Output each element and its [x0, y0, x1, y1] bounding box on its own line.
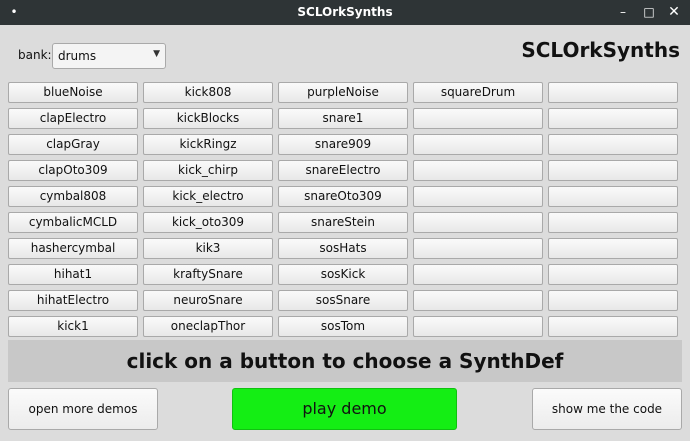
synth-button[interactable]: kick808	[143, 82, 273, 103]
synth-button[interactable]: hihatElectro	[8, 290, 138, 311]
synth-button[interactable]	[548, 238, 678, 259]
synth-button[interactable]	[548, 160, 678, 181]
synth-button[interactable]	[548, 186, 678, 207]
synth-button[interactable]: sosSnare	[278, 290, 408, 311]
synth-button[interactable]	[548, 290, 678, 311]
synth-button[interactable]: kraftySnare	[143, 264, 273, 285]
app-title: SCLOrkSynths	[521, 38, 680, 62]
maximize-icon[interactable]: □	[639, 3, 659, 22]
synth-button[interactable]	[548, 82, 678, 103]
synth-button[interactable]	[548, 264, 678, 285]
minimize-icon[interactable]: –	[613, 3, 633, 22]
synth-button[interactable]: snare1	[278, 108, 408, 129]
show-code-button[interactable]: show me the code	[532, 388, 682, 430]
window-title: SCLOrkSynths	[297, 5, 393, 19]
open-more-demos-button[interactable]: open more demos	[8, 388, 158, 430]
synth-button[interactable]: oneclapThor	[143, 316, 273, 337]
synth-button[interactable]	[548, 134, 678, 155]
synth-button[interactable]: cymbalicMCLD	[8, 212, 138, 233]
synth-button[interactable]	[413, 134, 543, 155]
synth-button[interactable]: blueNoise	[8, 82, 138, 103]
close-icon[interactable]: ✕	[664, 3, 684, 22]
synth-button[interactable]	[413, 290, 543, 311]
synth-button[interactable]: kickRingz	[143, 134, 273, 155]
synth-button[interactable]: kik3	[143, 238, 273, 259]
chevron-down-icon: ▼	[153, 49, 160, 59]
synth-button[interactable]	[548, 316, 678, 337]
info-bar: click on a button to choose a SynthDef	[8, 340, 682, 382]
window-titlebar: • SCLOrkSynths – □ ✕	[0, 0, 690, 25]
synth-button[interactable]	[413, 186, 543, 207]
synth-button[interactable]: kickBlocks	[143, 108, 273, 129]
synth-button[interactable]: kick_chirp	[143, 160, 273, 181]
synth-button[interactable]	[413, 238, 543, 259]
synth-button[interactable]: snareOto309	[278, 186, 408, 207]
synth-button[interactable]: neuroSnare	[143, 290, 273, 311]
synth-button[interactable]	[548, 212, 678, 233]
play-demo-button[interactable]: play demo	[232, 388, 457, 430]
synth-button[interactable]: sosTom	[278, 316, 408, 337]
synth-button[interactable]	[413, 316, 543, 337]
synth-button[interactable]: snareStein	[278, 212, 408, 233]
synth-button[interactable]: sosKick	[278, 264, 408, 285]
synth-button[interactable]: cymbal808	[8, 186, 138, 207]
synth-button[interactable]	[413, 212, 543, 233]
synth-button[interactable]: purpleNoise	[278, 82, 408, 103]
bank-dropdown[interactable]: drums ▼	[52, 43, 166, 69]
synth-button[interactable]: kick_electro	[143, 186, 273, 207]
synth-button[interactable]: hashercymbal	[8, 238, 138, 259]
synth-button[interactable]: sosHats	[278, 238, 408, 259]
synth-button[interactable]: clapElectro	[8, 108, 138, 129]
synth-button[interactable]: clapOto309	[8, 160, 138, 181]
synth-button[interactable]: squareDrum	[413, 82, 543, 103]
synth-button[interactable]: kick_oto309	[143, 212, 273, 233]
bank-label: bank:	[18, 48, 52, 62]
synth-button[interactable]: kick1	[8, 316, 138, 337]
synth-button[interactable]	[548, 108, 678, 129]
synth-button[interactable]	[413, 108, 543, 129]
synth-button[interactable]	[413, 160, 543, 181]
synth-button[interactable]	[413, 264, 543, 285]
synth-button[interactable]: snare909	[278, 134, 408, 155]
bank-selected-value: drums	[58, 49, 97, 63]
synth-button[interactable]: hihat1	[8, 264, 138, 285]
synth-button[interactable]: clapGray	[8, 134, 138, 155]
synth-button[interactable]: snareElectro	[278, 160, 408, 181]
